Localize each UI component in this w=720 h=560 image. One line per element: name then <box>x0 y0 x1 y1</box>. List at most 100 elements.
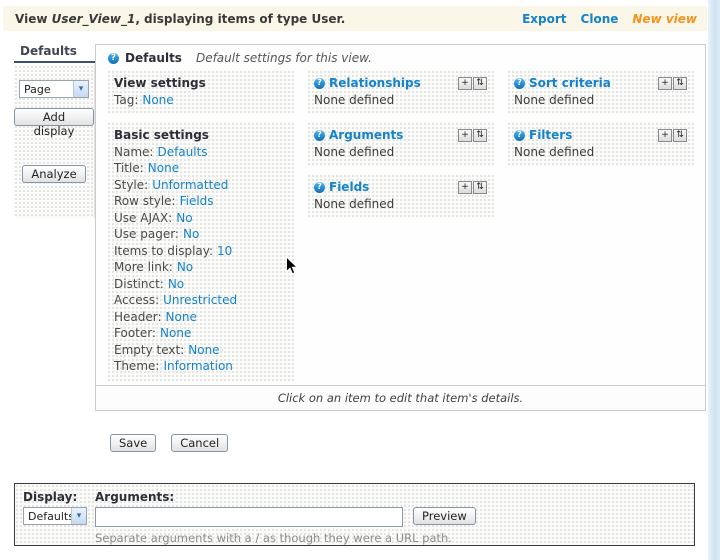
theme-value-link[interactable]: Information <box>163 359 232 373</box>
add-relationship-button[interactable]: + <box>458 76 472 90</box>
relationships-title-link[interactable]: Relationships <box>329 75 421 92</box>
setting-label: Access: <box>114 293 160 307</box>
basic-settings-title: Basic settings <box>114 128 209 142</box>
setting-label: Header: <box>114 309 162 324</box>
setting-label: Name: <box>114 144 154 159</box>
display-sidebar: Page ▾ Add display Analyze <box>14 65 95 218</box>
rearrange-sorts-button[interactable]: ⇅ <box>673 76 687 90</box>
display-type-value: Page <box>24 82 51 96</box>
add-sort-button[interactable]: + <box>658 76 672 90</box>
rearrange-fields-button[interactable]: ⇅ <box>473 180 487 194</box>
setting-row: Distinct: No <box>114 276 287 293</box>
title-value-link[interactable]: None <box>148 161 179 175</box>
setting-row: More link: No <box>114 259 287 276</box>
preview-arguments-group: Arguments: Preview Separate arguments wi… <box>95 490 694 545</box>
tag-value-link[interactable]: None <box>142 93 173 107</box>
add-argument-button[interactable]: + <box>458 128 472 142</box>
view-summary-suffix: , displaying items of type User. <box>135 11 346 26</box>
setting-row: Tag: None <box>114 92 287 109</box>
sort-criteria-title-link[interactable]: Sort criteria <box>529 75 611 92</box>
preview-button[interactable]: Preview <box>413 507 476 525</box>
arguments-help-text: Separate arguments with a / as though th… <box>95 531 452 545</box>
style-value-link[interactable]: Unformatted <box>152 178 228 192</box>
rearrange-filters-button[interactable]: ⇅ <box>673 128 687 142</box>
setting-row: Theme: Information <box>114 358 287 375</box>
help-icon[interactable]: ? <box>314 129 325 141</box>
new-view-link[interactable]: New view <box>632 12 697 26</box>
chevron-down-icon: ▾ <box>73 81 88 97</box>
add-filter-button[interactable]: + <box>658 128 672 142</box>
add-field-button[interactable]: + <box>458 180 472 194</box>
setting-row: Use pager: No <box>114 226 287 243</box>
setting-label: Distinct: <box>114 276 164 291</box>
name-value-link[interactable]: Defaults <box>157 145 207 159</box>
save-button[interactable]: Save <box>110 434 157 452</box>
header-value-link[interactable]: None <box>166 310 197 324</box>
panel-description: Default settings for this view. <box>195 51 372 65</box>
setting-label: Title: <box>114 161 144 175</box>
filters-title-link[interactable]: Filters <box>529 127 572 144</box>
rearrange-arguments-button[interactable]: ⇅ <box>473 128 487 142</box>
use-pager-value-link[interactable]: No <box>183 227 199 241</box>
setting-label: More link: <box>114 260 173 274</box>
export-link[interactable]: Export <box>522 12 566 26</box>
footer-value-link[interactable]: None <box>160 326 191 340</box>
setting-label: Row style: <box>114 194 176 208</box>
fields-title-link[interactable]: Fields <box>329 179 369 196</box>
filters-empty-text: None defined <box>514 144 595 159</box>
setting-label: Items to display: <box>114 243 214 258</box>
window-edge <box>708 0 720 560</box>
help-icon[interactable]: ? <box>514 77 525 89</box>
access-value-link[interactable]: Unrestricted <box>163 293 237 307</box>
preview-display-value: Defaults <box>28 509 71 523</box>
arguments-label: Arguments: <box>95 490 175 504</box>
setting-label: Use AJAX: <box>114 210 173 225</box>
setting-row: Use AJAX: No <box>114 210 287 227</box>
setting-row: Row style: Fields <box>114 193 287 210</box>
use-ajax-value-link[interactable]: No <box>176 211 192 225</box>
help-icon[interactable]: ? <box>314 181 325 193</box>
setting-label: Theme: <box>114 359 160 373</box>
rearrange-relationships-button[interactable]: ⇅ <box>473 76 487 90</box>
display-label: Display: <box>23 490 78 504</box>
cancel-button[interactable]: Cancel <box>171 434 229 452</box>
view-summary-prefix: View <box>15 11 52 26</box>
chevron-down-icon: ▾ <box>71 508 86 524</box>
sort-criteria-box: ? Sort criteria + ⇅ None defined <box>507 70 694 114</box>
distinct-value-link[interactable]: No <box>168 277 184 291</box>
preview-display-group: Display: Defaults ▾ <box>23 490 95 545</box>
setting-row: Footer: None <box>114 325 287 342</box>
help-icon[interactable]: ? <box>108 52 119 64</box>
form-actions: Save Cancel <box>110 434 229 452</box>
setting-row: Style: Unformatted <box>114 177 287 194</box>
help-icon[interactable]: ? <box>314 77 325 89</box>
tab-defaults[interactable]: Defaults <box>14 44 95 63</box>
help-icon[interactable]: ? <box>514 129 525 141</box>
setting-label: Use pager: <box>114 227 179 241</box>
items-to-display-value-link[interactable]: 10 <box>217 244 232 258</box>
add-display-button[interactable]: Add display <box>14 108 94 138</box>
sort-criteria-empty-text: None defined <box>514 92 595 107</box>
setting-row: Title: None <box>114 160 287 177</box>
display-settings-panel: ? Defaults Default settings for this vie… <box>95 44 706 411</box>
display-type-select[interactable]: Page ▾ <box>19 80 89 98</box>
row-style-value-link[interactable]: Fields <box>180 194 214 208</box>
view-summary-text: View User_View_1, displaying items of ty… <box>15 12 345 26</box>
clone-link[interactable]: Clone <box>581 12 619 26</box>
arguments-empty-text: None defined <box>314 144 395 159</box>
panel-footer-note: Click on an item to edit that item's det… <box>96 385 705 410</box>
basic-settings-box: Basic settings Name: Defaults Title: None … <box>107 122 294 381</box>
more-link-value-link[interactable]: No <box>177 260 193 274</box>
analyze-button[interactable]: Analyze <box>22 165 86 183</box>
view-settings-title: View settings <box>114 76 206 90</box>
setting-row: Header: None <box>114 309 287 326</box>
settings-columns: View settings Tag: None Basic settings Na… <box>96 70 705 389</box>
setting-label: Tag: <box>114 92 139 107</box>
fields-box: ? Fields + ⇅ None defined <box>307 174 494 218</box>
setting-row: Name: Defaults <box>114 144 287 161</box>
arguments-input[interactable] <box>95 507 403 527</box>
view-summary-bar: View User_View_1, displaying items of ty… <box>3 6 707 31</box>
arguments-title-link[interactable]: Arguments <box>329 127 403 144</box>
empty-text-value-link[interactable]: None <box>188 343 219 357</box>
preview-display-select[interactable]: Defaults ▾ <box>23 507 87 525</box>
